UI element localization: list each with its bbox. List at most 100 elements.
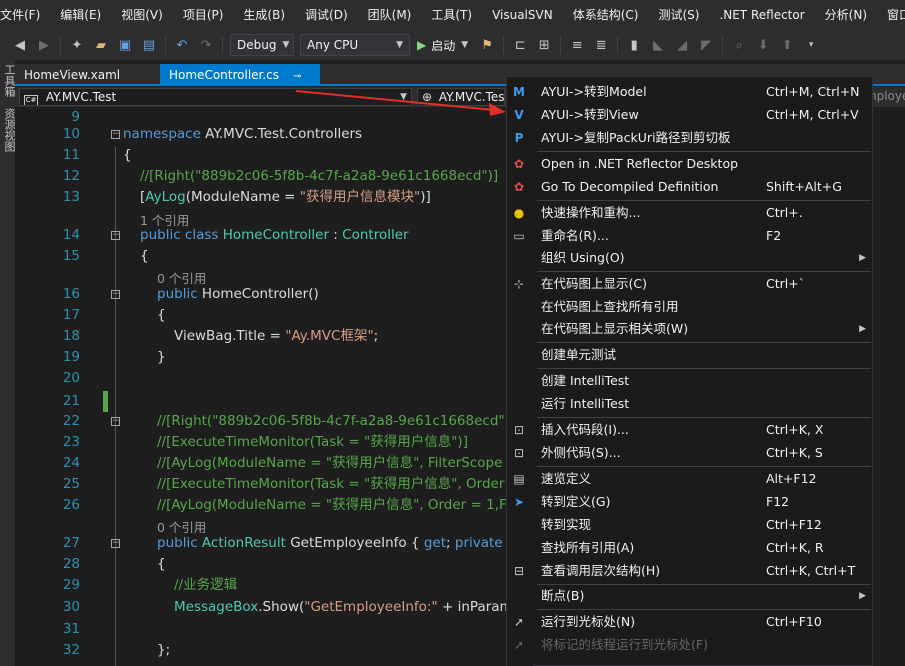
call-hierarchy-icon: ⊟ bbox=[513, 564, 525, 578]
menu-item-goto-implementation[interactable]: 转到实现 Ctrl+F12 bbox=[507, 514, 874, 536]
find-icon[interactable]: ⌕ bbox=[730, 36, 748, 54]
menu-analyze[interactable]: 分析(N) bbox=[815, 0, 877, 30]
menu-item-label: 运行 IntelliTest bbox=[541, 396, 630, 411]
menu-item-insert-snippet[interactable]: ⊡ 插入代码段(I)... Ctrl+K, X bbox=[507, 419, 874, 441]
code-comment: //[ExecuteTimeMonitor(Task = "获得用户信息", O… bbox=[157, 476, 505, 492]
menu-item-shortcut: Ctrl+K, X bbox=[766, 422, 824, 437]
save-icon[interactable]: ▣ bbox=[116, 36, 134, 54]
menu-visualsvn[interactable]: VisualSVN bbox=[482, 0, 563, 30]
project-dropdown[interactable]: C# AY.MVC.Test ▼ bbox=[19, 88, 412, 106]
menu-architecture[interactable]: 体系结构(C) bbox=[563, 0, 649, 30]
lightbulb-icon: ● bbox=[513, 206, 525, 220]
menu-item-shortcut: Shift+Alt+G bbox=[766, 179, 842, 194]
menu-item-goto-view[interactable]: V AYUI->转到View Ctrl+M, Ctrl+V bbox=[507, 104, 874, 126]
menu-file[interactable]: 文件(F) bbox=[0, 0, 50, 30]
namespace-value: AY.MVC.Tes bbox=[438, 90, 505, 104]
fold-toggle[interactable]: − bbox=[111, 539, 120, 548]
line-number: 32 bbox=[62, 642, 80, 658]
fold-toggle[interactable]: − bbox=[111, 417, 120, 426]
prev-bookmark-icon[interactable]: ◣ bbox=[649, 36, 667, 54]
rename-icon: ▭ bbox=[513, 229, 525, 243]
hierarchy-icon[interactable]: ⊞ bbox=[535, 36, 553, 54]
code-type: MessageBox bbox=[174, 599, 259, 615]
menu-item-rename[interactable]: ▭ 重命名(R)... F2 bbox=[507, 225, 874, 247]
menu-team[interactable]: 团队(M) bbox=[358, 0, 422, 30]
line-number: 23 bbox=[62, 434, 80, 450]
menu-item-find-refs-code-map[interactable]: 在代码图上查找所有引用 bbox=[507, 296, 874, 318]
menu-item-surround-with[interactable]: ⊡ 外侧代码(S)... Ctrl+K, S bbox=[507, 442, 874, 464]
open-file-icon[interactable]: ▰ bbox=[92, 36, 110, 54]
code-token: ; bbox=[446, 535, 455, 551]
menu-item-goto-decompiled[interactable]: ✿ Go To Decompiled Definition Shift+Alt+… bbox=[507, 176, 874, 198]
fold-toggle[interactable]: − bbox=[111, 290, 120, 299]
menu-item-run-to-cursor[interactable]: ➚ 运行到光标处(N) Ctrl+F10 bbox=[507, 611, 874, 633]
menu-build[interactable]: 生成(B) bbox=[233, 0, 295, 30]
browser-link-icon[interactable]: ⚑ bbox=[478, 36, 496, 54]
uncomment-icon[interactable]: ≣ bbox=[592, 36, 610, 54]
chevron-down-icon: ▼ bbox=[396, 40, 403, 50]
save-all-icon[interactable]: ▤ bbox=[140, 36, 158, 54]
menu-item-shortcut: Ctrl+. bbox=[766, 205, 803, 220]
code-token: : bbox=[329, 227, 343, 243]
menu-item-open-reflector[interactable]: ✿ Open in .NET Reflector Desktop bbox=[507, 153, 874, 175]
namespace-icon: ⊕ bbox=[422, 90, 433, 104]
code-token: ViewBag.Title = bbox=[174, 328, 286, 344]
next-bookmark-icon[interactable]: ◢ bbox=[673, 36, 691, 54]
menu-item-label: 在代码图上显示相关项(W) bbox=[541, 321, 689, 336]
menu-item-goto-definition[interactable]: ➤ 转到定义(G) F12 bbox=[507, 491, 874, 513]
solution-config-dropdown[interactable]: Debug ▼ bbox=[230, 34, 294, 56]
tab-homecontroller-cs[interactable]: HomeController.cs ⊸ ✕ bbox=[160, 64, 320, 106]
menu-item-call-hierarchy[interactable]: ⊟ 查看调用层次结构(H) Ctrl+K, Ctrl+T bbox=[507, 560, 874, 582]
new-project-icon[interactable]: ✦ bbox=[68, 36, 86, 54]
menu-item-run-intellitest[interactable]: 运行 IntelliTest bbox=[507, 393, 874, 415]
up-arrow-icon[interactable]: ⬆ bbox=[778, 36, 796, 54]
menu-edit[interactable]: 编辑(E) bbox=[50, 0, 111, 30]
code-comment: //[AyLog(ModuleName = "获得用户信息", FilterSc… bbox=[157, 455, 503, 471]
namespace-dropdown[interactable]: ⊕ AY.MVC.Tes bbox=[417, 88, 505, 106]
clear-bookmarks-icon[interactable]: ◤ bbox=[697, 36, 715, 54]
line-number: 15 bbox=[62, 248, 80, 264]
comment-icon[interactable]: ≡ bbox=[568, 36, 586, 54]
platform-dropdown[interactable]: Any CPU ▼ bbox=[300, 34, 410, 56]
menu-item-create-intellitest[interactable]: 创建 IntelliTest bbox=[507, 370, 874, 392]
redo-icon[interactable]: ↷ bbox=[197, 36, 215, 54]
down-arrow-icon[interactable]: ⬇ bbox=[754, 36, 772, 54]
undo-icon[interactable]: ↶ bbox=[173, 36, 191, 54]
fold-toggle[interactable]: − bbox=[111, 231, 120, 240]
code-type: Controller bbox=[342, 227, 409, 243]
menu-item-show-related-code-map[interactable]: 在代码图上显示相关项(W) ▶ bbox=[507, 318, 874, 340]
menu-item-quick-actions[interactable]: ● 快速操作和重构... Ctrl+. bbox=[507, 202, 874, 224]
menu-item-peek-definition[interactable]: ▤ 速览定义 Alt+F12 bbox=[507, 468, 874, 490]
menu-item-copy-packuri[interactable]: P AYUI->复制PackUri路径到剪切板 bbox=[507, 127, 874, 149]
pin-icon[interactable]: ⊸ bbox=[293, 71, 301, 82]
menu-debug[interactable]: 调试(D) bbox=[295, 0, 358, 30]
menu-item-find-all-references[interactable]: 查找所有引用(A) Ctrl+K, R bbox=[507, 537, 874, 559]
step-icon[interactable]: ⊏ bbox=[511, 36, 529, 54]
menu-bar: 文件(F) 编辑(E) 视图(V) 项目(P) 生成(B) 调试(D) 团队(M… bbox=[0, 0, 905, 30]
line-number: 22 bbox=[62, 413, 80, 429]
menu-item-goto-model[interactable]: M AYUI->转到Model Ctrl+M, Ctrl+N bbox=[507, 81, 874, 103]
code-editor[interactable]: 9 10 − namespace AY.MVC.Test.Controllers… bbox=[15, 107, 510, 666]
tab-homeview-xaml[interactable]: HomeView.xaml bbox=[15, 64, 160, 86]
bookmark-icon[interactable]: ▮ bbox=[625, 36, 643, 54]
menu-item-label: 转到定义(G) bbox=[541, 494, 611, 509]
menu-item-shortcut: Ctrl+F10 bbox=[766, 614, 822, 629]
menu-item-shortcut: Ctrl+M, Ctrl+V bbox=[766, 107, 859, 122]
toolbar-overflow-icon[interactable]: ▾ bbox=[802, 36, 820, 54]
menu-project[interactable]: 项目(P) bbox=[173, 0, 234, 30]
menu-item-show-on-code-map[interactable]: ⊹ 在代码图上显示(C) Ctrl+` bbox=[507, 273, 874, 295]
menu-net-reflector[interactable]: .NET Reflector bbox=[709, 0, 814, 30]
menu-test[interactable]: 测试(S) bbox=[648, 0, 709, 30]
start-button[interactable]: ▶ 启动 ▼ bbox=[417, 37, 468, 54]
menu-item-breakpoint[interactable]: 断点(B) ▶ bbox=[507, 585, 874, 607]
menu-tools[interactable]: 工具(T) bbox=[421, 0, 482, 30]
back-icon[interactable]: ◀ bbox=[11, 36, 29, 54]
menu-window[interactable]: 窗口(W) bbox=[877, 0, 905, 30]
menu-item-create-unit-tests[interactable]: 创建单元测试 bbox=[507, 344, 874, 366]
forward-icon[interactable]: ▶ bbox=[35, 36, 53, 54]
fold-toggle[interactable]: − bbox=[111, 130, 120, 139]
menu-view[interactable]: 视图(V) bbox=[111, 0, 173, 30]
code-token: { bbox=[123, 147, 132, 163]
menu-item-organize-using[interactable]: 组织 Using(O) ▶ bbox=[507, 247, 874, 269]
menu-item-label: 创建单元测试 bbox=[541, 347, 617, 362]
